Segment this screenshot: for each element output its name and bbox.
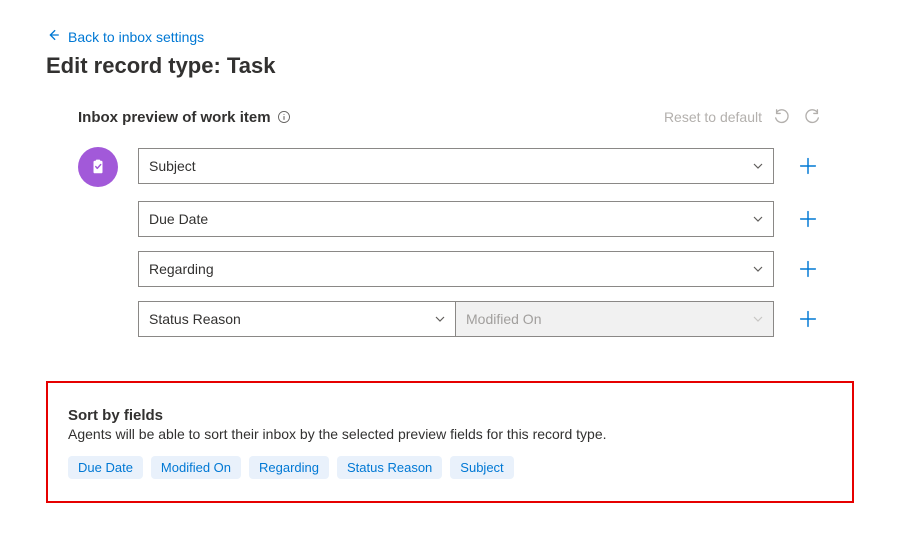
preview-field-select-2[interactable]: Due Date	[138, 201, 774, 237]
sort-pill[interactable]: Subject	[450, 456, 513, 479]
select-value: Status Reason	[149, 311, 241, 327]
sort-pill[interactable]: Status Reason	[337, 456, 442, 479]
sort-pill[interactable]: Regarding	[249, 456, 329, 479]
sort-pill-row: Due Date Modified On Regarding Status Re…	[68, 456, 832, 479]
inbox-preview-section: Inbox preview of work item Reset to defa…	[46, 107, 854, 337]
add-field-button-3[interactable]	[794, 255, 822, 283]
preview-field-select-1[interactable]: Subject	[138, 148, 774, 184]
sort-description: Agents will be able to sort their inbox …	[68, 426, 832, 442]
info-icon[interactable]	[277, 110, 291, 124]
redo-icon[interactable]	[802, 107, 822, 127]
preview-field-grid: Subject Due Date Regar	[78, 145, 822, 337]
chevron-down-icon	[751, 262, 765, 276]
back-to-inbox-settings-link[interactable]: Back to inbox settings	[46, 28, 204, 45]
clipboard-icon	[78, 147, 118, 187]
preview-field-select-4b: Modified On	[456, 301, 774, 337]
preview-field-select-3[interactable]: Regarding	[138, 251, 774, 287]
select-value: Subject	[149, 158, 196, 174]
section-title-text: Inbox preview of work item	[78, 109, 271, 126]
preview-row-4: Status Reason Modified On	[138, 301, 774, 337]
chevron-down-icon	[751, 312, 765, 326]
select-value: Due Date	[149, 211, 208, 227]
back-link-label: Back to inbox settings	[68, 29, 204, 45]
select-value: Regarding	[149, 261, 214, 277]
section-header: Inbox preview of work item Reset to defa…	[78, 107, 822, 127]
reset-to-default-link[interactable]: Reset to default	[664, 109, 762, 125]
sort-pill[interactable]: Due Date	[68, 456, 143, 479]
sort-pill[interactable]: Modified On	[151, 456, 241, 479]
page-title: Edit record type: Task	[46, 53, 854, 79]
sort-by-fields-panel: Sort by fields Agents will be able to so…	[46, 381, 854, 503]
add-field-button-1[interactable]	[794, 152, 822, 180]
chevron-down-icon	[751, 159, 765, 173]
chevron-down-icon	[751, 212, 765, 226]
undo-icon[interactable]	[772, 107, 792, 127]
arrow-left-icon	[46, 28, 60, 45]
add-field-button-2[interactable]	[794, 205, 822, 233]
preview-field-select-4a[interactable]: Status Reason	[138, 301, 456, 337]
add-field-button-4[interactable]	[794, 305, 822, 333]
preview-row-3: Regarding	[138, 251, 774, 287]
preview-row-2: Due Date	[138, 201, 774, 237]
section-actions: Reset to default	[664, 107, 822, 127]
select-value: Modified On	[466, 311, 541, 327]
preview-row-1: Subject	[138, 148, 774, 184]
chevron-down-icon	[433, 312, 447, 326]
section-title-row: Inbox preview of work item	[78, 109, 291, 126]
sort-title: Sort by fields	[68, 407, 832, 424]
